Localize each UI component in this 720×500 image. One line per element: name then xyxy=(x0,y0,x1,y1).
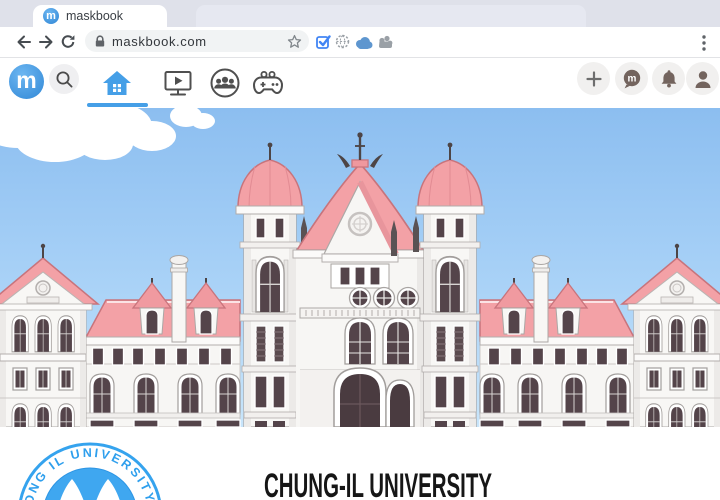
tab-strip: m maskbook xyxy=(0,0,720,27)
video-monitor-icon xyxy=(160,65,196,101)
cloud-extension-icon xyxy=(354,36,373,50)
check-extension-icon xyxy=(316,34,331,49)
back-arrow-icon xyxy=(14,32,34,52)
tab-title: maskbook xyxy=(66,9,123,23)
browser-tab[interactable]: m maskbook xyxy=(33,5,167,27)
cloud-extension-button[interactable] xyxy=(354,36,373,50)
university-illustration xyxy=(0,108,720,427)
bookmark-star-icon[interactable] xyxy=(287,34,302,49)
puzzle-extension-button[interactable] xyxy=(377,35,393,50)
create-button[interactable] xyxy=(577,62,610,95)
nav-tab-games[interactable] xyxy=(248,62,288,104)
url-text: maskbook.com xyxy=(112,34,281,49)
bell-icon xyxy=(659,68,679,89)
gamepad-icon xyxy=(248,65,288,101)
messenger-button[interactable]: m xyxy=(615,62,648,95)
university-name: CHUNG-IL UNIVERSITY xyxy=(264,467,492,500)
overflow-menu-icon xyxy=(699,33,709,53)
active-tab-underline xyxy=(87,103,148,107)
university-seal: CHEONG IL UNIVERSITY xyxy=(5,435,181,500)
university-title: CHUNG-IL UNIVERSITY xyxy=(250,455,512,500)
search-icon xyxy=(55,70,74,89)
reload-icon xyxy=(58,32,78,52)
plus-icon xyxy=(585,70,603,88)
forward-arrow-icon xyxy=(36,32,56,52)
puzzle-extension-icon xyxy=(377,35,393,50)
page-footer: CHEONG IL UNIVERSITY CHUNG-IL UNIVERSITY xyxy=(0,427,720,500)
site-navbar: m m xyxy=(0,58,720,108)
lock-icon xyxy=(94,35,106,48)
nav-tab-groups[interactable] xyxy=(206,62,244,104)
person-icon xyxy=(693,69,713,89)
profile-button[interactable] xyxy=(686,62,719,95)
maskbook-favicon-icon: m xyxy=(43,8,59,24)
browser-toolbar: maskbook.com xyxy=(0,27,720,58)
globe-extension-button[interactable] xyxy=(335,34,350,49)
inactive-tab[interactable] xyxy=(196,5,586,27)
browser-window: m maskbook maskbook.com xyxy=(0,0,720,500)
forward-button[interactable] xyxy=(36,32,56,52)
chat-bubble-letter: m xyxy=(627,73,636,84)
notifications-button[interactable] xyxy=(652,62,685,95)
reload-button[interactable] xyxy=(58,32,78,52)
nav-tab-watch[interactable] xyxy=(160,62,196,104)
url-bar[interactable]: maskbook.com xyxy=(85,30,309,52)
maskbook-logo[interactable]: m xyxy=(9,64,44,99)
browser-menu-button[interactable] xyxy=(699,33,709,53)
globe-extension-icon xyxy=(335,34,350,49)
home-icon xyxy=(99,65,135,101)
nav-tab-home[interactable] xyxy=(88,62,146,104)
check-extension-button[interactable] xyxy=(316,34,331,49)
back-button[interactable] xyxy=(14,32,34,52)
chat-bubble-icon: m xyxy=(621,68,643,90)
people-group-icon xyxy=(207,65,243,101)
search-button[interactable] xyxy=(49,64,79,94)
